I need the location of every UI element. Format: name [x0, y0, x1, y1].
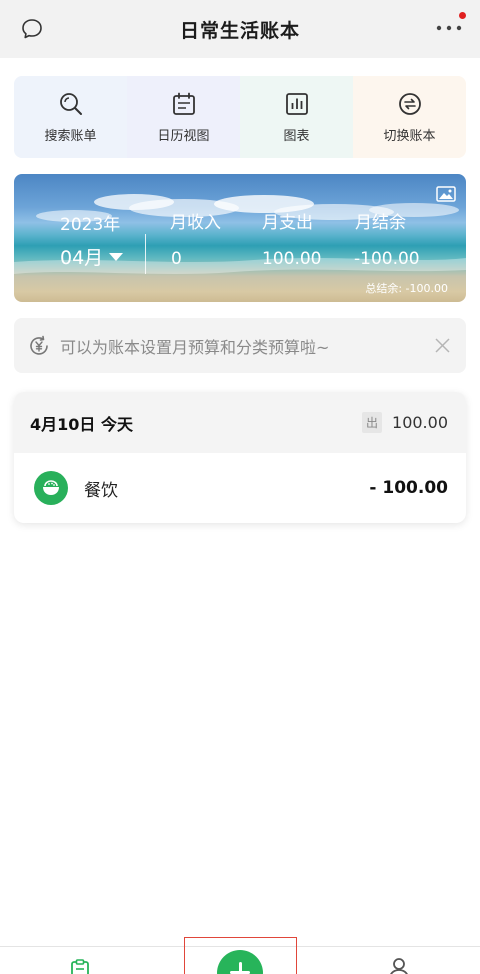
month-label: 04月	[60, 247, 104, 269]
expense-value: 100.00	[262, 249, 322, 269]
day-group-card: 4月10日 今天 出 100.00 餐饮 - 100.00	[14, 392, 466, 523]
divider	[145, 234, 146, 274]
day-expense-total: 100.00	[392, 413, 448, 432]
calendar-icon	[172, 92, 195, 115]
more-dots-icon[interactable]	[434, 18, 464, 38]
switch-icon	[398, 92, 421, 115]
month-selector[interactable]: 04月	[60, 243, 124, 270]
top-bar: 日常生活账本	[0, 0, 480, 58]
calendar-view-label: 日历视图	[157, 128, 210, 144]
charts-label: 图表	[283, 128, 310, 144]
category-name: 餐饮	[84, 480, 118, 501]
switch-ledger-label: 切换账本	[383, 128, 436, 144]
switch-ledger-button[interactable]: 切换账本	[353, 76, 466, 158]
monthly-summary-banner: 2023年 04月 月收入 0 月支出 100.00 月结余 -100.00 总…	[14, 174, 466, 302]
notification-dot	[459, 12, 466, 19]
expense-tag: 出	[362, 412, 383, 433]
expense-label: 月支出	[262, 213, 313, 233]
page-title: 日常生活账本	[179, 19, 300, 42]
chat-bubble-icon[interactable]	[20, 17, 44, 41]
yen-refresh-icon	[30, 335, 48, 355]
rice-bowl-icon	[34, 471, 68, 505]
year-label: 2023年	[60, 215, 121, 235]
day-expense-summary: 出 100.00	[362, 412, 448, 433]
income-value: 0	[171, 249, 182, 269]
app-root: 日常生活账本 搜索账单 日历视图 图表 切换账本 2023年 04月 月收入 0…	[0, 0, 480, 974]
charts-button[interactable]: 图表	[240, 76, 353, 158]
day-group-header: 4月10日 今天 出 100.00	[14, 392, 466, 453]
tip-text: 可以为账本设置月预算和分类预算啦~	[60, 337, 330, 357]
image-icon[interactable]	[436, 186, 456, 202]
calendar-view-button[interactable]: 日历视图	[127, 76, 240, 158]
clipboard-icon[interactable]	[68, 959, 92, 974]
search-bills-label: 搜索账单	[44, 128, 97, 144]
bar-chart-icon	[285, 92, 308, 115]
balance-label: 月结余	[355, 213, 406, 233]
income-label: 月收入	[170, 213, 221, 233]
close-icon[interactable]	[435, 338, 450, 353]
balance-value: -100.00	[354, 249, 420, 269]
plus-vertical	[238, 962, 242, 974]
dropdown-triangle-icon	[109, 252, 124, 261]
search-icon	[59, 92, 82, 115]
day-date: 4月10日 今天	[30, 414, 133, 434]
profile-icon[interactable]	[387, 957, 411, 974]
budget-tip[interactable]: 可以为账本设置月预算和分类预算啦~	[14, 318, 466, 373]
quick-actions-bar: 搜索账单 日历视图 图表 切换账本	[14, 76, 466, 158]
transaction-amount: - 100.00	[369, 478, 448, 498]
search-bills-button[interactable]: 搜索账单	[14, 76, 127, 158]
transaction-row[interactable]: 餐饮 - 100.00	[14, 453, 466, 523]
total-balance: 总结余: -100.00	[365, 282, 448, 295]
